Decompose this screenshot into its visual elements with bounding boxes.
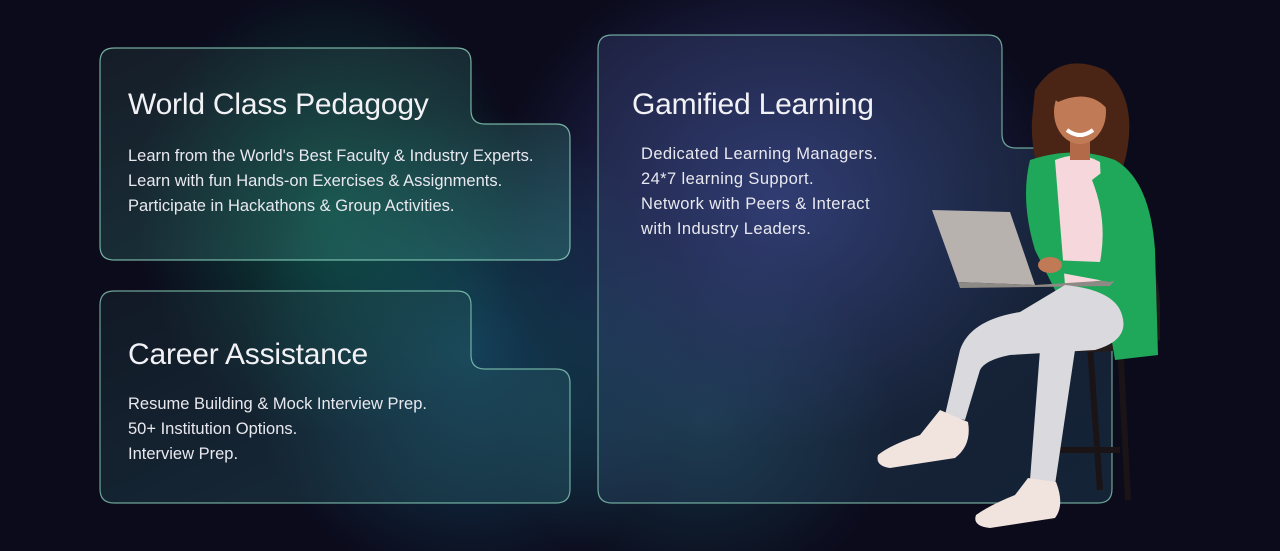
- card-career-assistance: Career Assistance Resume Building & Mock…: [128, 338, 427, 467]
- card-line: Resume Building & Mock Interview Prep.: [128, 395, 427, 413]
- card-line: Learn from the World's Best Faculty & In…: [128, 147, 534, 165]
- card-title: World Class Pedagogy: [128, 88, 429, 121]
- card-line: Network with Peers & Interact: [641, 195, 870, 213]
- woman-with-laptop-image: [877, 63, 1160, 528]
- card-title: Career Assistance: [128, 338, 369, 371]
- card-line: 24*7 learning Support.: [641, 170, 815, 188]
- card-title: Gamified Learning: [632, 88, 874, 121]
- card-line: Participate in Hackathons & Group Activi…: [128, 197, 455, 215]
- card-line: 50+ Institution Options.: [128, 420, 298, 438]
- card-world-class-pedagogy: World Class Pedagogy Learn from the Worl…: [128, 88, 533, 219]
- card-line: Learn with fun Hands-on Exercises & Assi…: [128, 172, 503, 190]
- card-line: Interview Prep.: [128, 445, 239, 463]
- card-line: with Industry Leaders.: [641, 220, 812, 238]
- card-gamified-learning: Gamified Learning Dedicated Learning Man…: [632, 88, 878, 242]
- card-line: Dedicated Learning Managers.: [641, 145, 878, 163]
